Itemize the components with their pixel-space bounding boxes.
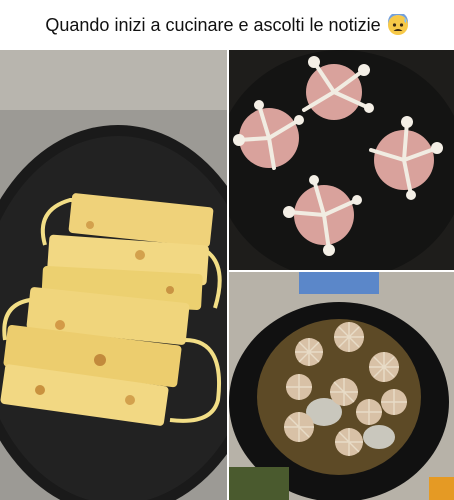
- caption-text: Quando inizi a cucinare e ascolti le not…: [45, 14, 381, 35]
- photo-mask-omelettes: [0, 50, 227, 500]
- photo-virus-meatballs-broth: [229, 272, 454, 500]
- post-caption: Quando inizi a cucinare e ascolti le not…: [0, 0, 454, 50]
- anxious-face-with-sweat-icon: [387, 14, 409, 36]
- photo-virus-meatballs-frying: [229, 50, 454, 270]
